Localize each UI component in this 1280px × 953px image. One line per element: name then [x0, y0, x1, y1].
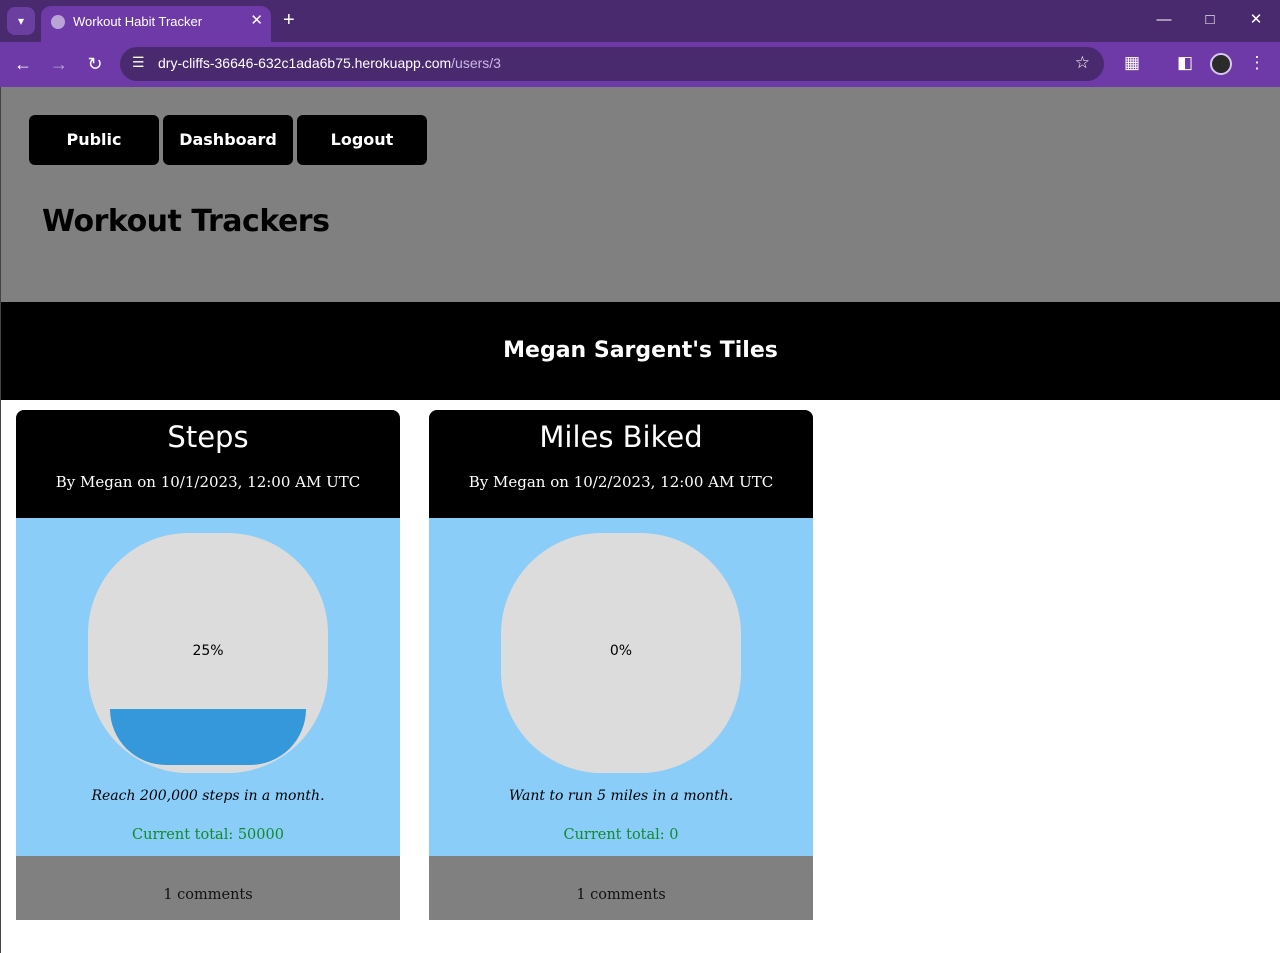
address-bar[interactable]: ☰ dry-cliffs-36646-632c1ada6b75.herokuap…: [120, 47, 1104, 81]
window-close-icon[interactable]: ✕: [1241, 8, 1271, 32]
new-tab-button[interactable]: +: [283, 8, 295, 32]
browser-tab[interactable]: Workout Habit Tracker ✕: [41, 6, 271, 42]
star-icon[interactable]: ☆: [1075, 53, 1090, 73]
dashboard-button[interactable]: Dashboard: [163, 115, 293, 165]
close-icon[interactable]: ✕: [250, 11, 263, 29]
reload-icon[interactable]: ↻: [82, 51, 108, 77]
tile-current-total: Current total: 50000: [132, 827, 284, 843]
url-host: dry-cliffs-36646-632c1ada6b75.herokuapp.…: [158, 55, 452, 71]
site-title: Workout Trackers: [42, 204, 330, 239]
progress-gauge: 25%: [88, 533, 328, 773]
tile-card[interactable]: Steps By Megan on 10/1/2023, 12:00 AM UT…: [16, 410, 400, 920]
tile-body: 0% Want to run 5 miles in a month. Curre…: [429, 518, 813, 856]
back-icon[interactable]: ←: [10, 51, 36, 77]
comments-link[interactable]: 1 comments: [16, 856, 400, 920]
minimize-icon[interactable]: —: [1149, 8, 1179, 32]
public-button[interactable]: Public: [29, 115, 159, 165]
tile-byline: By Megan on 10/2/2023, 12:00 AM UTC: [468, 473, 774, 491]
tile-current-total: Current total: 0: [563, 827, 679, 843]
globe-icon: [51, 15, 65, 29]
tab-title: Workout Habit Tracker: [73, 14, 203, 29]
browser-tab-bar: ▾ Workout Habit Tracker ✕ + — □ ✕: [0, 0, 1280, 42]
tile-body: 25% Reach 200,000 steps in a month. Curr…: [16, 518, 400, 856]
url-path: /users/3: [451, 55, 501, 71]
site-info-icon[interactable]: ☰: [132, 54, 145, 71]
tile-goal: Reach 200,000 steps in a month.: [91, 788, 325, 804]
tile-title: Steps: [167, 420, 249, 454]
progress-label: 0%: [609, 643, 633, 659]
progress-label: 25%: [192, 643, 224, 659]
url-text: dry-cliffs-36646-632c1ada6b75.herokuapp.…: [158, 55, 501, 71]
browser-toolbar: ← → ↻ ☰ dry-cliffs-36646-632c1ada6b75.he…: [0, 42, 1280, 87]
comments-link[interactable]: 1 comments: [429, 856, 813, 920]
site-header: Public Dashboard Logout Workout Trackers: [1, 87, 1280, 302]
plus-icon: +: [283, 9, 295, 31]
page-content: Public Dashboard Logout Workout Trackers…: [0, 87, 1280, 953]
user-tiles-banner: Megan Sargent's Tiles: [1, 302, 1280, 400]
logout-button[interactable]: Logout: [297, 115, 427, 165]
forward-icon[interactable]: →: [46, 51, 72, 77]
tile-card[interactable]: Miles Biked By Megan on 10/2/2023, 12:00…: [429, 410, 813, 920]
tab-search-icon[interactable]: ▾: [7, 7, 35, 35]
side-panel-icon[interactable]: ◧: [1173, 53, 1197, 73]
progress-gauge-fill: [110, 709, 306, 765]
extensions-icon[interactable]: ▦: [1120, 53, 1144, 73]
tile-title: Miles Biked: [539, 420, 703, 454]
tile-goal: Want to run 5 miles in a month.: [508, 788, 734, 804]
tile-header: Miles Biked By Megan on 10/2/2023, 12:00…: [429, 410, 813, 518]
tile-byline: By Megan on 10/1/2023, 12:00 AM UTC: [55, 473, 361, 491]
progress-gauge: 0%: [501, 533, 741, 773]
menu-icon[interactable]: ⋮: [1245, 53, 1269, 73]
profile-icon[interactable]: [1210, 53, 1232, 75]
tile-header: Steps By Megan on 10/1/2023, 12:00 AM UT…: [16, 410, 400, 518]
maximize-icon[interactable]: □: [1195, 8, 1225, 32]
